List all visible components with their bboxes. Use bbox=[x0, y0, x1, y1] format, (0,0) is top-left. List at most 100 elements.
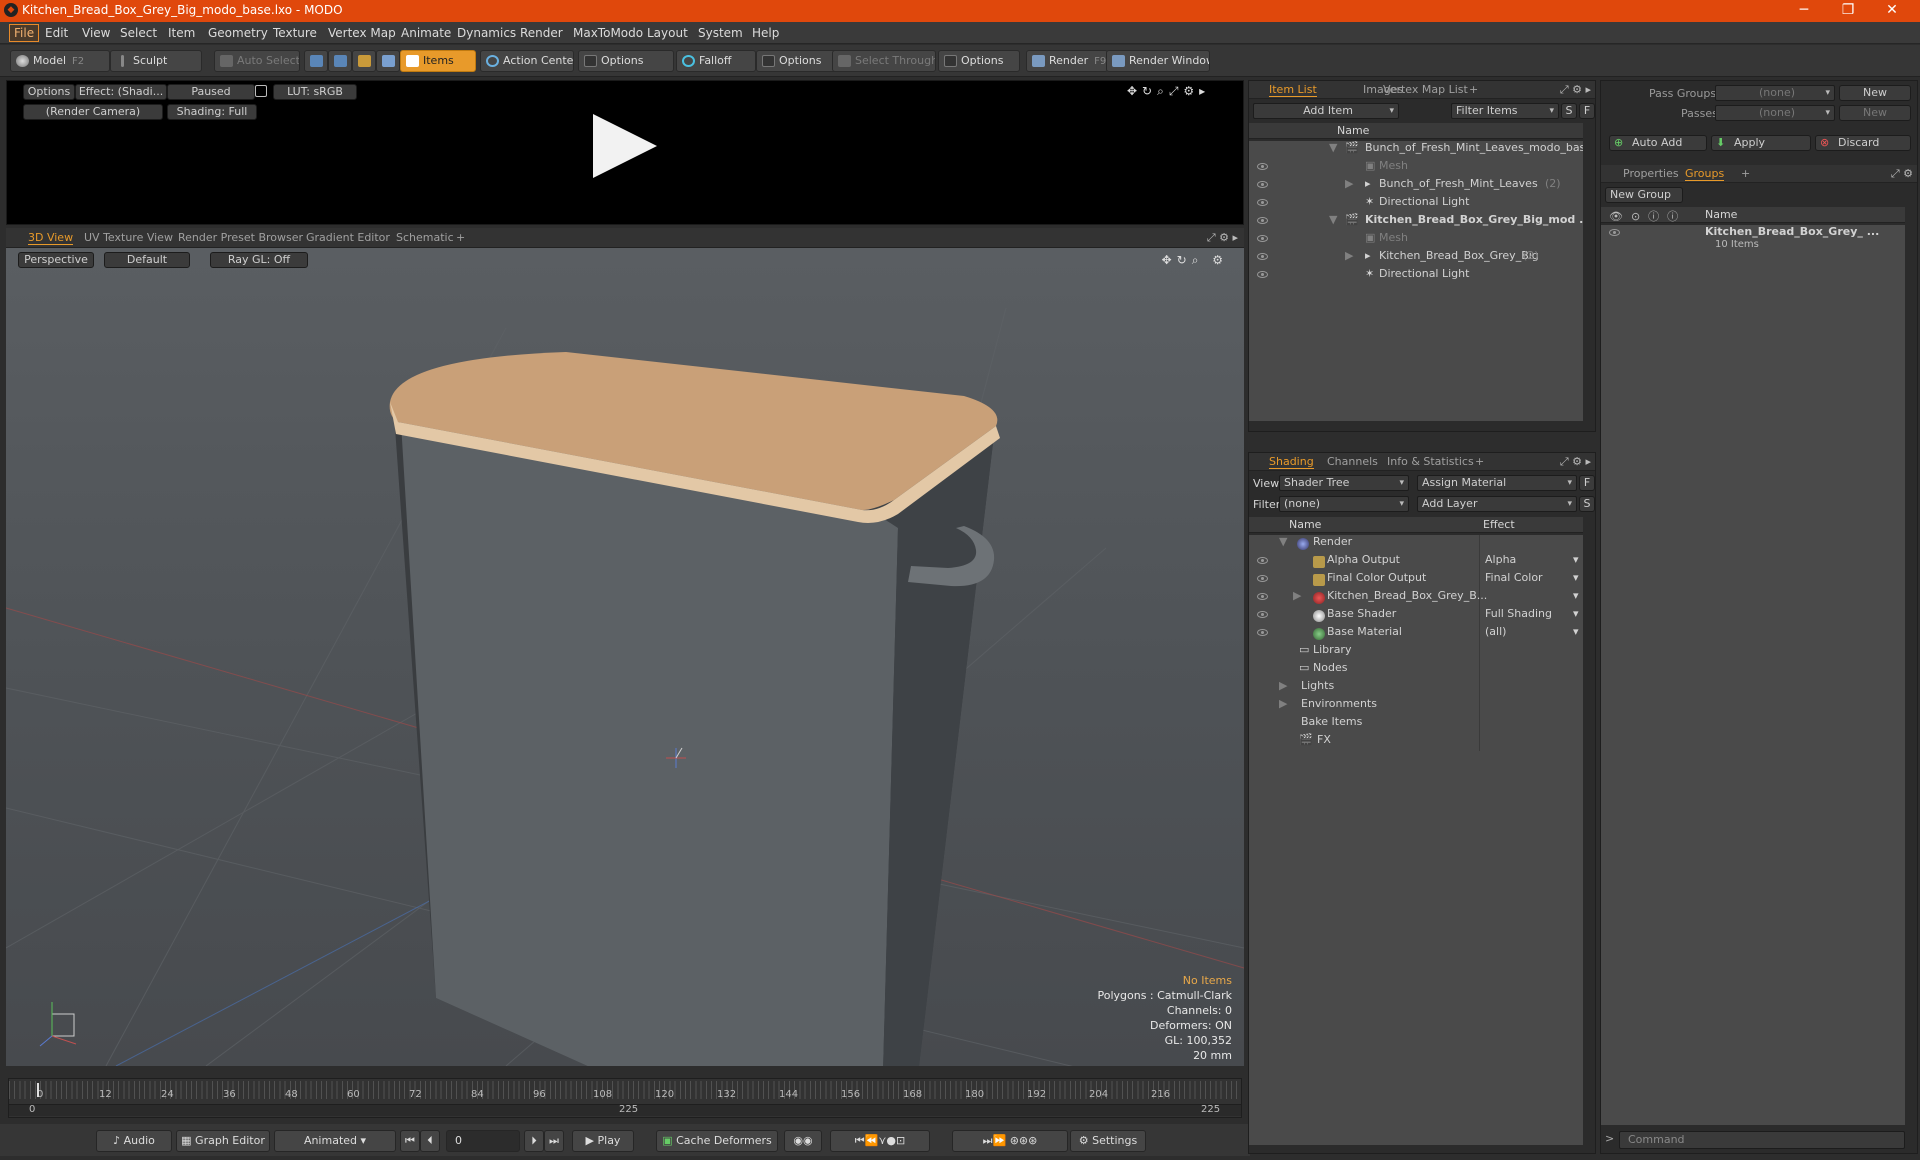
shader-row-effect[interactable]: Final Color bbox=[1485, 571, 1543, 584]
shader-row-effect[interactable]: Full Shading bbox=[1485, 607, 1552, 620]
model-mode-button[interactable]: Model F2 bbox=[10, 50, 110, 72]
shader-row[interactable]: Base Shader Full Shading ▾ bbox=[1249, 607, 1583, 625]
menu-view[interactable]: View bbox=[82, 26, 110, 40]
tab-properties[interactable]: Properties bbox=[1623, 167, 1679, 180]
preview-effect-dropdown[interactable]: Effect: (Shadi... bbox=[75, 84, 167, 100]
falloff-options-button[interactable]: Options bbox=[756, 50, 838, 72]
materials-mode-button[interactable] bbox=[376, 50, 400, 72]
tree-row[interactable]: ▣ Mesh bbox=[1249, 231, 1583, 249]
keyframe-tools-icon[interactable]: ⏮⏪⋎●⊡ bbox=[830, 1130, 930, 1152]
shader-row[interactable]: ▶ Environments bbox=[1249, 697, 1583, 715]
3d-viewport[interactable]: Perspective Default Ray GL: Off ✥↻⌕ ⚙ No… bbox=[6, 248, 1244, 1066]
panel-controls-icon[interactable]: ⤢ ⚙ bbox=[1891, 167, 1913, 181]
dropdown-arrow-icon[interactable]: ▾ bbox=[1573, 553, 1579, 566]
vertices-mode-button[interactable] bbox=[304, 50, 328, 72]
shading-f-button[interactable]: F bbox=[1579, 475, 1595, 491]
tree-row[interactable]: ▶ ▸ Bunch_of_Fresh_Mint_Leaves (2) bbox=[1249, 177, 1583, 195]
dropdown-arrow-icon[interactable]: ▾ bbox=[1573, 625, 1579, 638]
eye-icon[interactable] bbox=[1609, 229, 1620, 236]
viewport-nav-controls-icon[interactable]: ✥↻⌕ ⚙ bbox=[1162, 253, 1228, 268]
menu-file[interactable]: File bbox=[9, 24, 40, 42]
play-icon[interactable] bbox=[593, 114, 657, 178]
raygl-dropdown[interactable]: Ray GL: Off bbox=[210, 252, 308, 268]
menu-system[interactable]: System bbox=[698, 26, 743, 40]
menu-layout[interactable]: Layout bbox=[647, 26, 688, 40]
tab-3d-view[interactable]: 3D View bbox=[28, 231, 74, 245]
discard-button[interactable]: ⊗ Discard bbox=[1815, 135, 1911, 151]
menu-geometry[interactable]: Geometry bbox=[208, 26, 268, 40]
shader-row[interactable]: ▭ Nodes bbox=[1249, 661, 1583, 679]
tab-groups[interactable]: Groups bbox=[1685, 167, 1725, 181]
shader-tree-dropdown[interactable]: Shader Tree bbox=[1279, 475, 1409, 491]
keyframe-nav-icon[interactable]: ⏭⏩ ⊛⊛⊛ bbox=[952, 1130, 1068, 1152]
shader-row[interactable]: ▶ Lights bbox=[1249, 679, 1583, 697]
play-button[interactable]: ▶ Play bbox=[572, 1130, 634, 1152]
shader-row[interactable]: Base Material (all) ▾ bbox=[1249, 625, 1583, 643]
go-to-end-button[interactable]: ⏭ bbox=[544, 1130, 564, 1152]
menu-item[interactable]: Item bbox=[168, 26, 195, 40]
tree-row[interactable]: ▶ ▸ Kitchen_Bread_Box_Grey_Big (2) bbox=[1249, 249, 1583, 267]
audio-button[interactable]: ♪ Audio bbox=[96, 1130, 172, 1152]
default-dropdown[interactable]: Default bbox=[104, 252, 190, 268]
playhead[interactable] bbox=[37, 1083, 39, 1097]
select-through-options-button[interactable]: Options bbox=[938, 50, 1020, 72]
tab-add[interactable]: + bbox=[456, 231, 465, 244]
name-column-header[interactable]: Name bbox=[1289, 518, 1321, 531]
render-camera-dropdown[interactable]: (Render Camera) bbox=[23, 104, 163, 120]
key-tools-icon[interactable]: ◉◉ bbox=[784, 1130, 822, 1152]
new-pass-group-button[interactable]: New bbox=[1839, 85, 1911, 101]
eye-icon[interactable] bbox=[1257, 163, 1268, 170]
menu-select[interactable]: Select bbox=[120, 26, 157, 40]
expand-arrow-icon[interactable]: ▶ bbox=[1345, 177, 1353, 190]
name-column-header[interactable]: Name bbox=[1337, 124, 1369, 137]
tab-add[interactable]: + bbox=[1469, 83, 1478, 96]
name-column-header[interactable]: Name bbox=[1705, 208, 1737, 221]
items-mode-button[interactable]: Items bbox=[400, 50, 476, 72]
filter-dropdown[interactable]: (none) bbox=[1279, 496, 1409, 512]
tab-info-statistics[interactable]: Info & Statistics bbox=[1387, 455, 1474, 468]
expand-arrow-icon[interactable]: ▶ bbox=[1279, 679, 1287, 692]
menu-maxtomodo[interactable]: MaxToModo bbox=[573, 26, 643, 40]
shading-s-button[interactable]: S bbox=[1579, 496, 1595, 512]
eye-icon[interactable] bbox=[1257, 181, 1268, 188]
expand-arrow-icon[interactable]: ▶ bbox=[1345, 249, 1353, 262]
falloff-button[interactable]: Falloff bbox=[676, 50, 756, 72]
preview-options-button[interactable]: Options bbox=[23, 84, 75, 100]
eye-icon[interactable] bbox=[1257, 575, 1268, 582]
effect-column-header[interactable]: Effect bbox=[1483, 518, 1515, 531]
panel-controls-icon[interactable]: ⤢ ⚙ ▸ bbox=[1560, 83, 1591, 97]
filter-s-button[interactable]: S bbox=[1561, 103, 1577, 119]
auto-select-button[interactable]: Auto Select bbox=[214, 50, 300, 72]
tab-uv-texture-view[interactable]: UV Texture View bbox=[84, 231, 173, 244]
passes-dropdown[interactable]: (none) bbox=[1715, 105, 1835, 121]
go-to-start-button[interactable]: ⏮ bbox=[400, 1130, 420, 1152]
tree-row[interactable]: ✶ Directional Light bbox=[1249, 195, 1583, 213]
step-forward-button[interactable]: ⏵ bbox=[524, 1130, 544, 1152]
shader-row[interactable]: 🎬 FX bbox=[1249, 733, 1583, 751]
eye-icon[interactable] bbox=[1257, 593, 1268, 600]
close-button[interactable]: ✕ bbox=[1870, 0, 1914, 22]
preview-paused-button[interactable]: Paused bbox=[167, 84, 255, 100]
collapse-arrow-icon[interactable]: ▼ bbox=[1279, 535, 1287, 548]
shader-row-effect[interactable]: Alpha bbox=[1485, 553, 1516, 566]
select-through-button[interactable]: Select Through bbox=[832, 50, 936, 72]
new-group-button[interactable]: New Group bbox=[1605, 187, 1683, 203]
tab-vertex-map-label[interactable]: Vertex Map List bbox=[1383, 83, 1468, 96]
shader-row[interactable]: Bake Items bbox=[1249, 715, 1583, 733]
collapse-arrow-icon[interactable]: ▼ bbox=[1329, 141, 1337, 154]
tab-add[interactable]: + bbox=[1741, 167, 1750, 180]
action-center-button[interactable]: Action Center bbox=[480, 50, 574, 72]
eye-icon[interactable] bbox=[1257, 199, 1268, 206]
graph-editor-button[interactable]: ▦ Graph Editor bbox=[176, 1130, 270, 1152]
eye-icon[interactable] bbox=[1257, 271, 1268, 278]
dropdown-arrow-icon[interactable]: ▾ bbox=[1573, 589, 1579, 602]
dropdown-arrow-icon[interactable]: ▾ bbox=[1573, 607, 1579, 620]
menu-render[interactable]: Render bbox=[520, 26, 563, 40]
shader-row[interactable]: ▶ Kitchen_Bread_Box_Grey_B... ▾ bbox=[1249, 589, 1583, 607]
auto-add-button[interactable]: ⊕ Auto Add bbox=[1609, 135, 1707, 151]
menu-animate[interactable]: Animate bbox=[401, 26, 451, 40]
tab-gradient-editor[interactable]: Gradient Editor bbox=[306, 231, 390, 244]
tab-schematic[interactable]: Schematic bbox=[396, 231, 454, 244]
eye-icon[interactable] bbox=[1257, 235, 1268, 242]
action-center-options-button[interactable]: Options bbox=[578, 50, 674, 72]
